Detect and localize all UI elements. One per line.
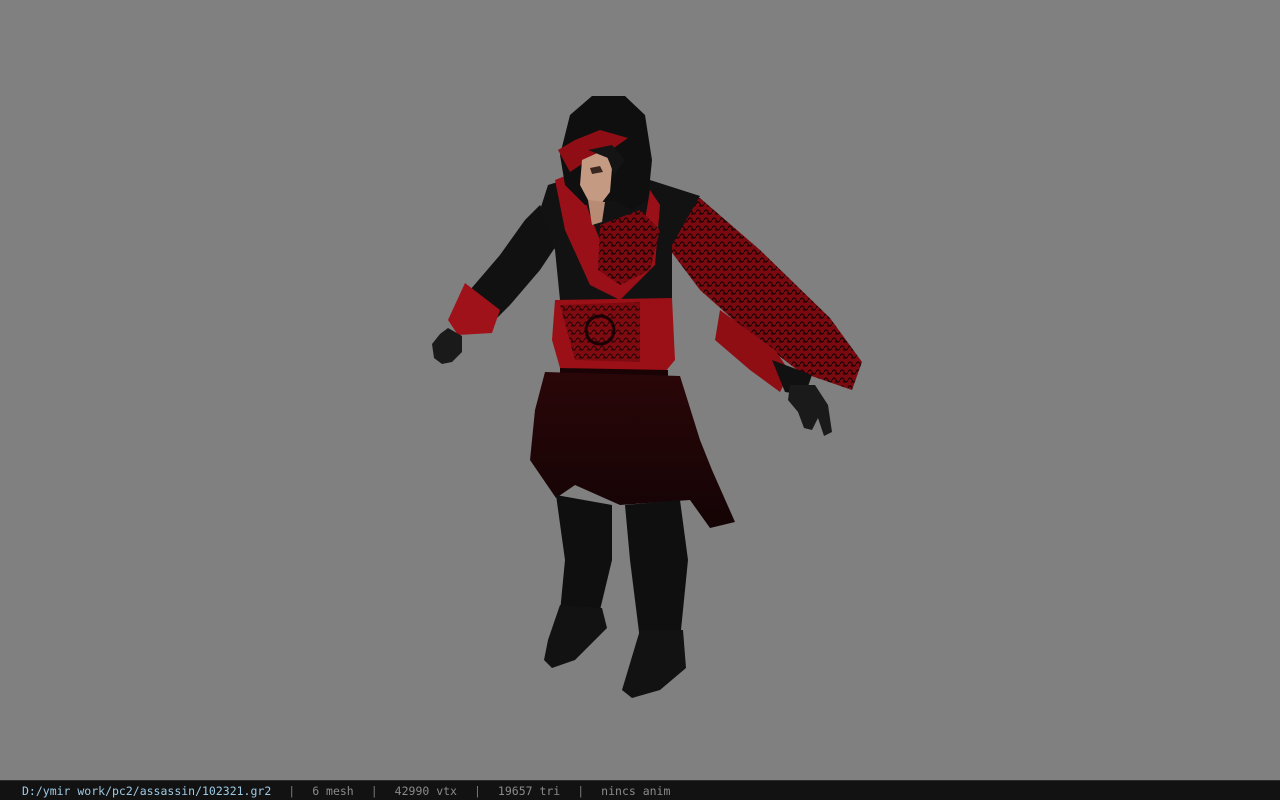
separator: | [577,783,585,798]
separator: | [370,783,378,798]
3d-viewport[interactable] [0,0,1280,780]
separator: | [288,783,296,798]
character-model [432,96,862,698]
triangle-count-label: 19657 tri [497,783,561,798]
file-path-label: D:/ymir work/pc2/assassin/102321.gr2 [22,783,272,798]
status-bar: D:/ymir work/pc2/assassin/102321.gr2 | 6… [0,780,1280,800]
separator: | [473,783,481,798]
legs [544,495,688,698]
vertex-count-label: 42990 vtx [394,783,457,798]
animation-label: nincs anim [601,783,671,798]
left-arm [432,205,560,364]
mesh-count-label: 6 mesh [312,783,354,798]
